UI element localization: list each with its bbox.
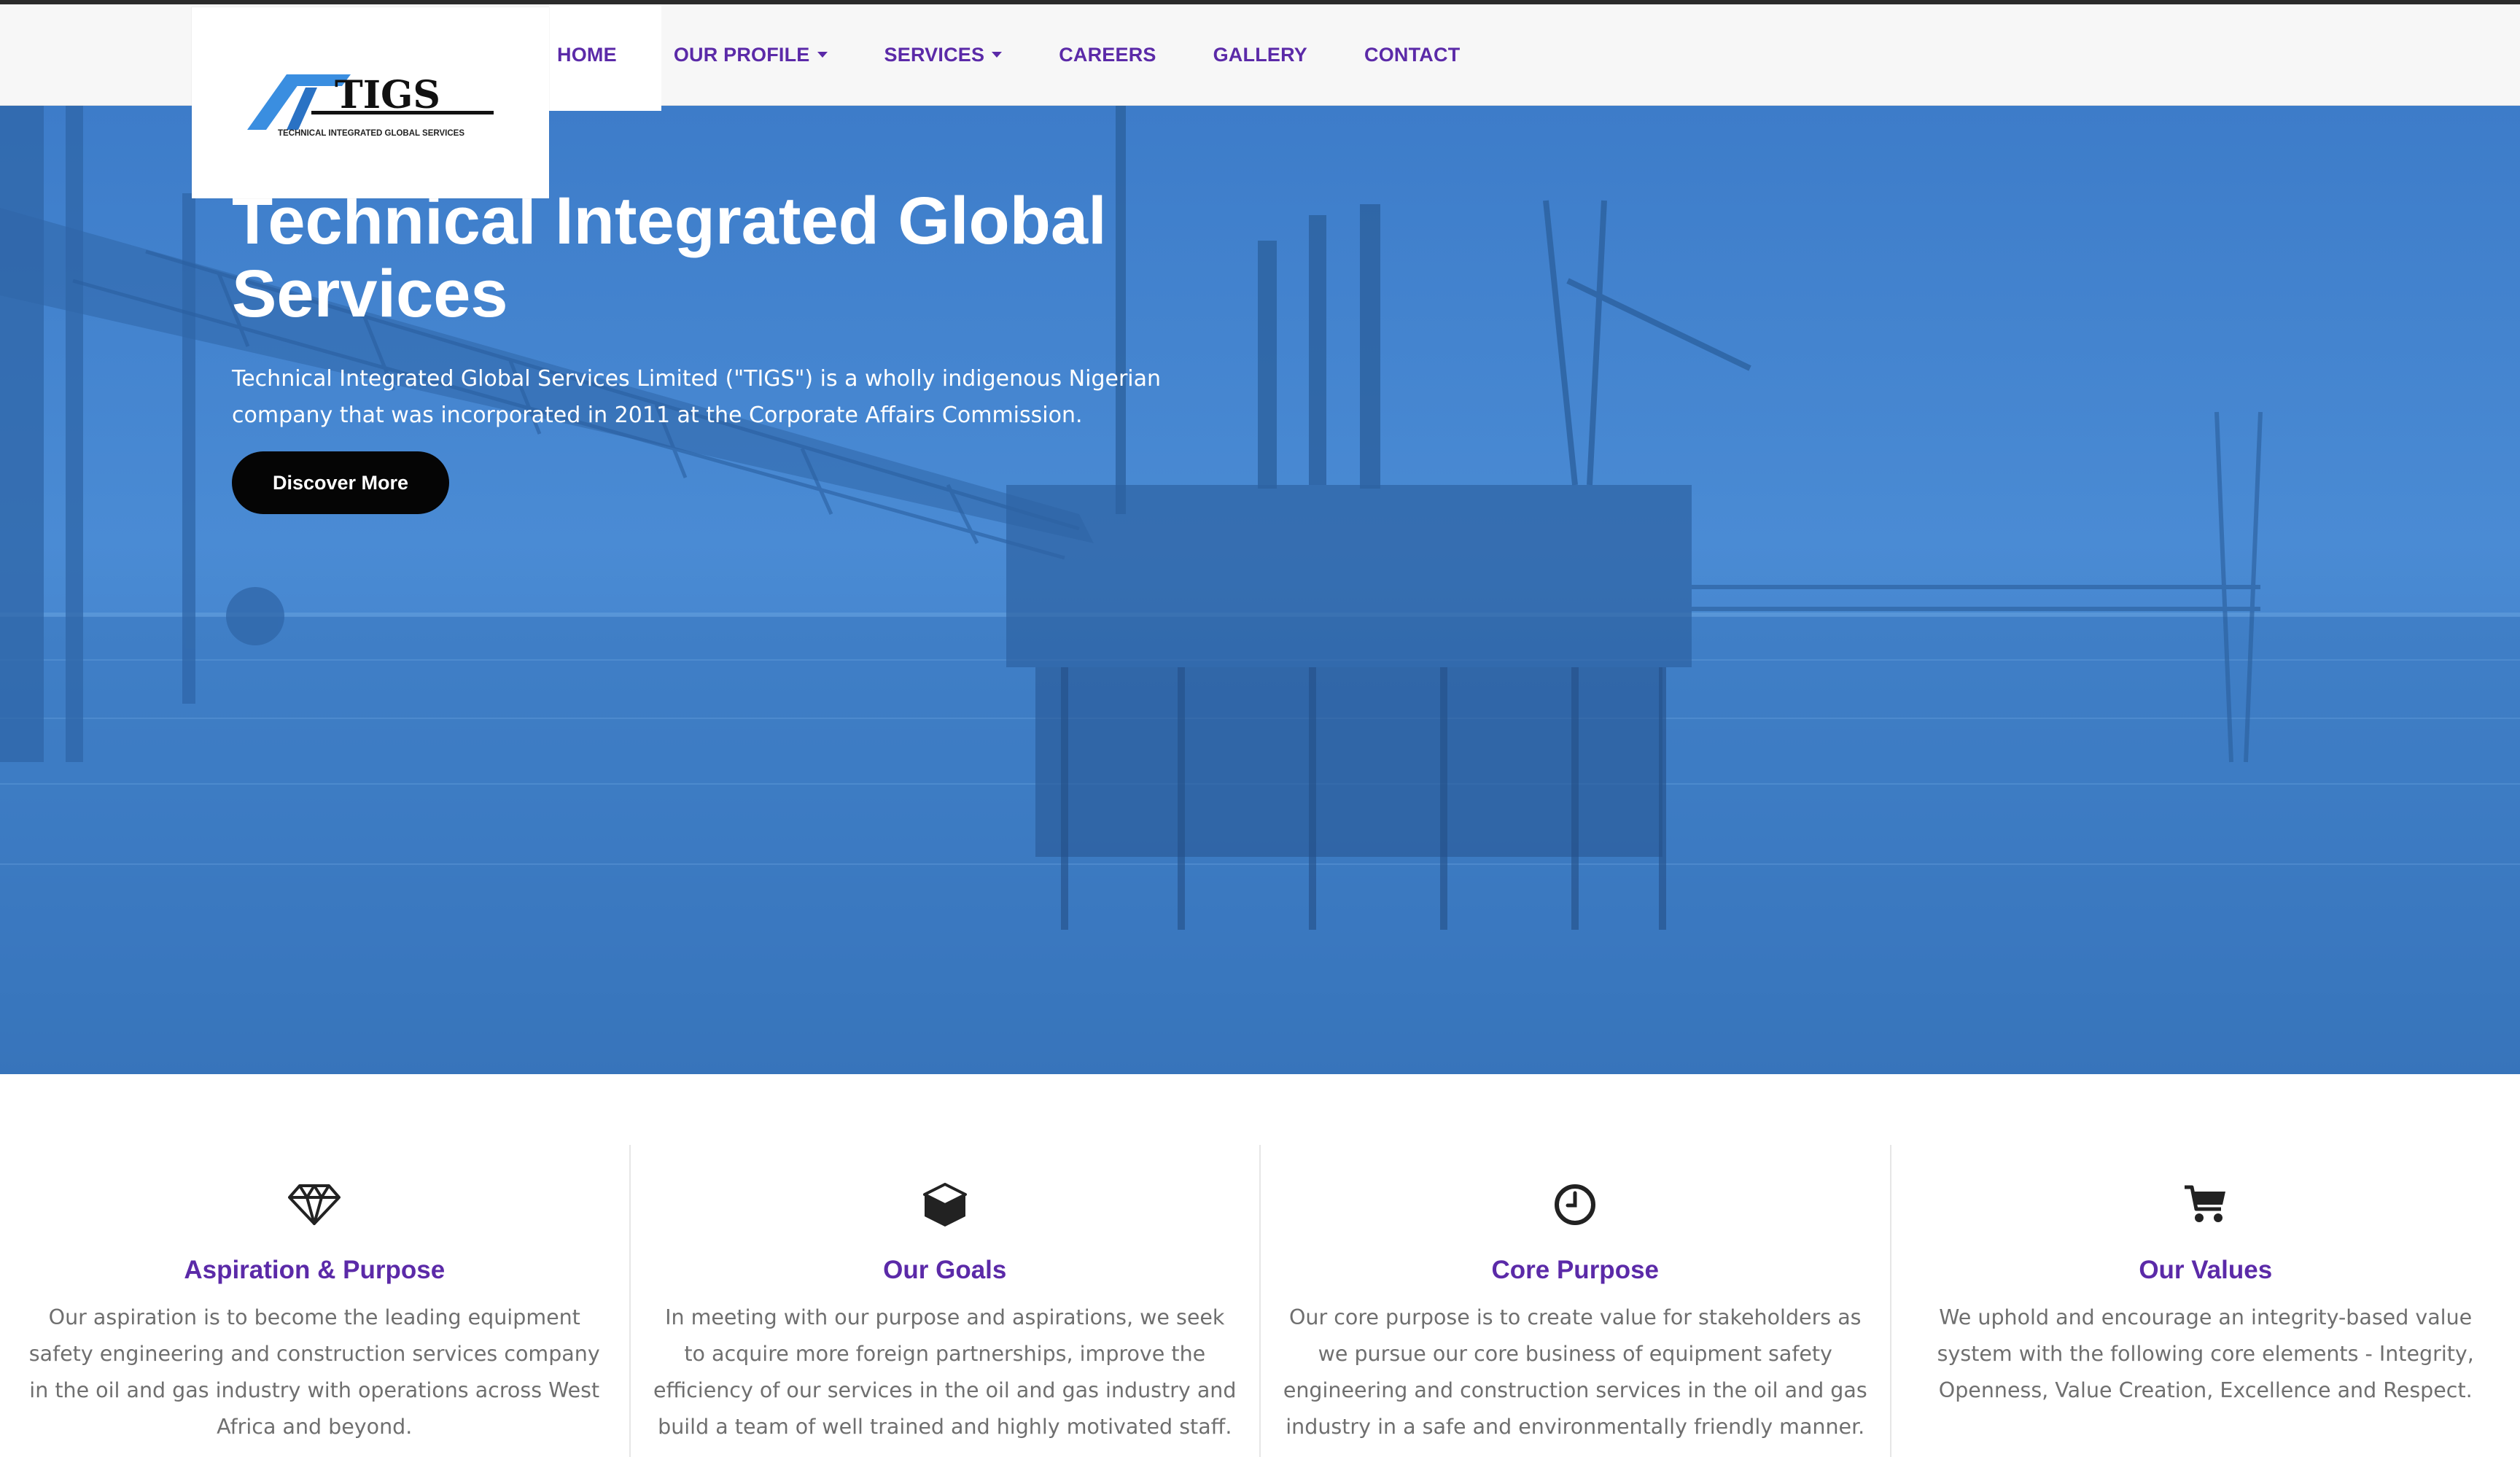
tigs-logo-icon: TIGS TECHNICAL INTEGRATED GLOBAL SERVICE… — [247, 73, 494, 138]
nav-contact[interactable]: CONTACT — [1364, 44, 1460, 66]
feature-title: Aspiration & Purpose — [184, 1256, 446, 1284]
feature-aspiration: Aspiration & Purpose Our aspiration is t… — [0, 1145, 629, 1457]
main-nav: HOME OUR PROFILE SERVICES CAREERS GALLER… — [557, 4, 1517, 105]
feature-text: We uphold and encourage an integrity-bas… — [1937, 1305, 2474, 1402]
features-section: Aspiration & Purpose Our aspiration is t… — [0, 1145, 2520, 1457]
nav-careers[interactable]: CAREERS — [1059, 44, 1156, 66]
feature-values: Our Values We uphold and encourage an in… — [1889, 1145, 2520, 1457]
feature-title: Core Purpose — [1491, 1256, 1660, 1284]
shopping-cart-icon — [2184, 1185, 2225, 1222]
logo[interactable]: TIGS TECHNICAL INTEGRATED GLOBAL SERVICE… — [192, 7, 549, 198]
cube-icon — [922, 1183, 967, 1227]
hero-section: Technical Integrated Global Services Tec… — [0, 106, 2520, 1074]
svg-text:TIGS: TIGS — [335, 73, 440, 117]
caret-down-icon — [817, 52, 828, 58]
nav-our-profile[interactable]: OUR PROFILE — [674, 44, 828, 66]
feature-goals: Our Goals In meeting with our purpose an… — [629, 1145, 1260, 1457]
feature-title: Our Values — [2139, 1256, 2273, 1284]
nav-services[interactable]: SERVICES — [884, 44, 1003, 66]
diamond-icon — [288, 1184, 341, 1225]
feature-text: In meeting with our purpose and aspirati… — [653, 1305, 1237, 1439]
nav-home[interactable]: HOME — [557, 44, 617, 66]
discover-more-button[interactable]: Discover More — [232, 451, 449, 514]
feature-title: Our Goals — [883, 1256, 1007, 1284]
caret-down-icon — [992, 52, 1003, 58]
feature-text: Our aspiration is to become the leading … — [28, 1305, 600, 1439]
feature-text: Our core purpose is to create value for … — [1283, 1305, 1867, 1439]
svg-text:TECHNICAL INTEGRATED GLOBAL SE: TECHNICAL INTEGRATED GLOBAL SERVICES — [278, 129, 464, 138]
clock-icon — [1555, 1184, 1596, 1225]
nav-gallery[interactable]: GALLERY — [1213, 44, 1307, 66]
feature-core-purpose: Core Purpose Our core purpose is to crea… — [1259, 1145, 1890, 1457]
hero-title: Technical Integrated Global Services — [232, 184, 1107, 331]
hero-description: Technical Integrated Global Services Lim… — [232, 366, 1162, 428]
